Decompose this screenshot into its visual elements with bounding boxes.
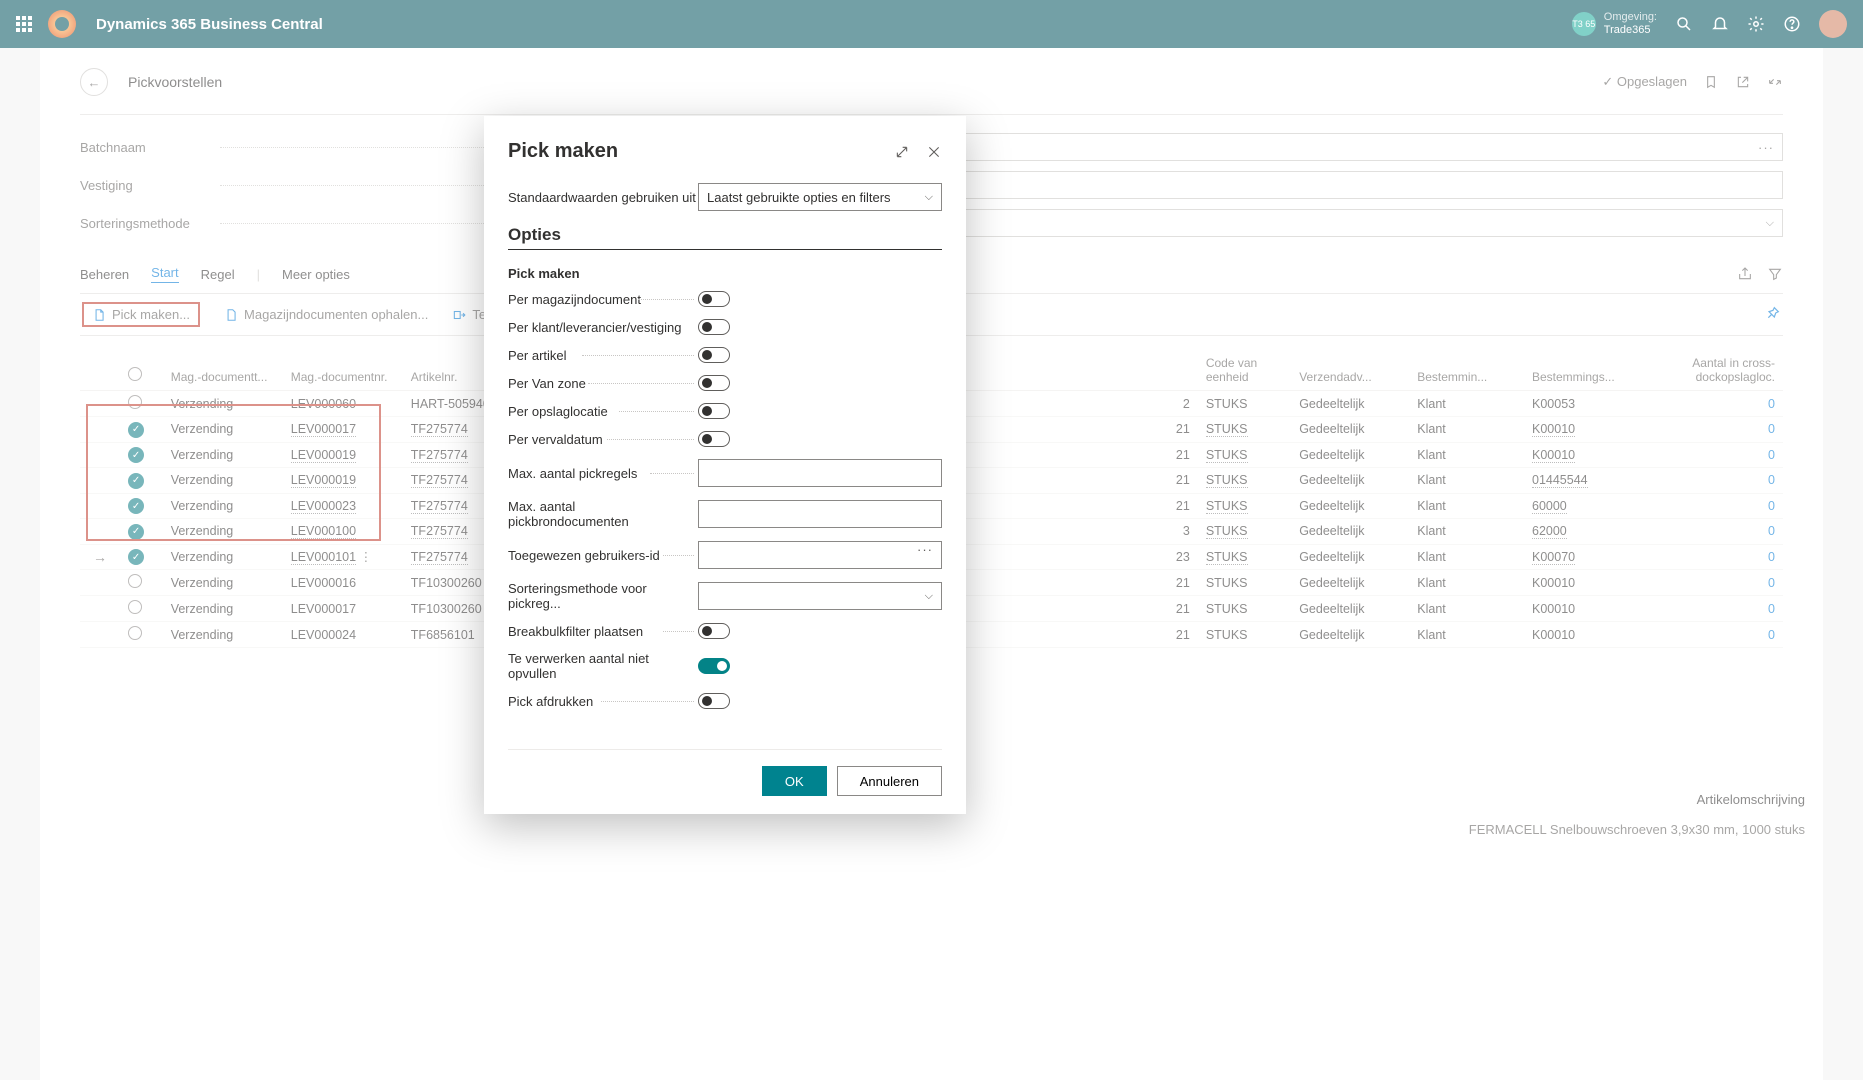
toggle-print[interactable] [698, 693, 730, 709]
toggle-per_ver[interactable] [698, 431, 730, 447]
toggle-per_klv[interactable] [698, 319, 730, 335]
cancel-button[interactable]: Annuleren [837, 766, 942, 796]
opties-heading: Opties [508, 225, 942, 250]
option-label: Breakbulkfilter plaatsen [508, 624, 698, 639]
pick-maken-subheading: Pick maken [508, 266, 942, 281]
option-label: Per klant/leverancier/vestiging [508, 320, 698, 335]
input-max_pr[interactable] [698, 459, 942, 487]
option-label: Toegewezen gebruikers-id [508, 548, 698, 563]
toggle-per_art[interactable] [698, 347, 730, 363]
option-label: Per opslaglocatie [508, 404, 698, 419]
option-label: Max. aantal pickbrondocumenten [508, 499, 698, 529]
input-sort[interactable]: ⌵ [698, 582, 942, 610]
expand-icon[interactable] [894, 144, 910, 160]
option-label: Per vervaldatum [508, 432, 698, 447]
close-icon[interactable] [926, 144, 942, 160]
input-toeg[interactable]: ··· [698, 541, 942, 569]
pick-maken-dialog: Pick maken Standaardwaarden gebruiken ui… [484, 116, 966, 814]
option-label: Per magazijndocument [508, 292, 698, 307]
option-label: Per artikel [508, 348, 698, 363]
ok-button[interactable]: OK [762, 766, 827, 796]
std-defaults-label: Standaardwaarden gebruiken uit [508, 190, 698, 205]
input-max_pb[interactable] [698, 500, 942, 528]
option-label: Per Van zone [508, 376, 698, 391]
toggle-per_ops[interactable] [698, 403, 730, 419]
toggle-per_van[interactable] [698, 375, 730, 391]
option-label: Sorteringsmethode voor pickreg... [508, 581, 698, 611]
dialog-title: Pick maken [508, 140, 618, 163]
option-label: Te verwerken aantal niet opvullen [508, 651, 698, 681]
toggle-per_mag[interactable] [698, 291, 730, 307]
toggle-breakbulk[interactable] [698, 623, 730, 639]
toggle-teverw[interactable] [698, 658, 730, 674]
std-defaults-select[interactable]: Laatst gebruikte opties en filters⌵ [698, 183, 942, 211]
option-label: Max. aantal pickregels [508, 466, 698, 481]
option-label: Pick afdrukken [508, 694, 698, 709]
